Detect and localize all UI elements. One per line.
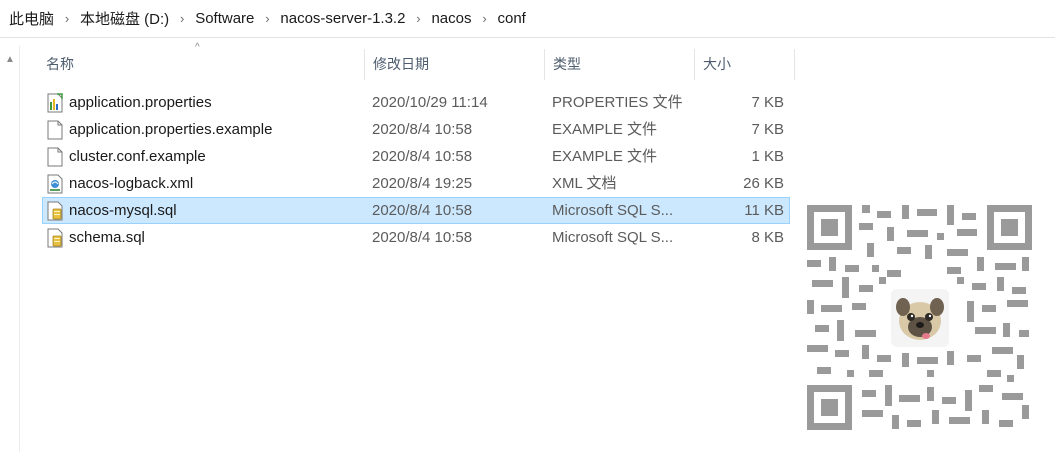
file-list: application.properties 2020/10/29 11:14 … (42, 89, 790, 251)
file-type: Microsoft SQL S... (552, 229, 674, 246)
file-type: EXAMPLE 文件 (552, 121, 658, 138)
file-date: 2020/8/4 19:25 (372, 175, 473, 192)
column-header-name[interactable]: 名称 (38, 47, 364, 80)
sql-file-icon (47, 201, 63, 220)
file-size: 11 KB (744, 202, 784, 219)
file-name-cell: nacos-mysql.sql (47, 198, 177, 223)
sql-file-icon (47, 228, 63, 247)
file-name-cell: schema.sql (47, 225, 145, 250)
file-name: cluster.conf.example (69, 148, 206, 165)
column-header-size[interactable]: 大小 (695, 47, 794, 80)
file-type: Microsoft SQL S... (552, 202, 674, 219)
breadcrumb-item-nacos[interactable]: nacos (429, 10, 473, 27)
column-header-type-label: 类型 (553, 55, 581, 72)
file-name: nacos-logback.xml (69, 175, 194, 192)
breadcrumb-item-software[interactable]: Software (193, 10, 256, 27)
breadcrumb-separator-icon[interactable]: › (171, 11, 193, 26)
column-header-size-label: 大小 (703, 55, 731, 72)
xml-file-icon (47, 174, 63, 193)
column-header-row: ^ 名称 修改日期 类型 大小 (38, 42, 795, 80)
breadcrumb-item-nacos-server[interactable]: nacos-server-1.3.2 (278, 10, 407, 27)
qr-center-avatar (891, 289, 949, 347)
column-header-type[interactable]: 类型 (545, 47, 694, 80)
breadcrumb-item-local-disk[interactable]: 本地磁盘 (D:) (78, 8, 171, 29)
file-name: nacos-mysql.sql (69, 202, 177, 219)
file-size: 8 KB (751, 229, 784, 246)
file-date: 2020/8/4 10:58 (372, 148, 473, 165)
file-row[interactable]: cluster.conf.example 2020/8/4 10:58 EXAM… (42, 143, 790, 170)
file-row[interactable]: application.properties.example 2020/8/4 … (42, 116, 790, 143)
file-name: schema.sql (69, 229, 145, 246)
blank-file-icon (47, 120, 63, 139)
file-size: 7 KB (751, 94, 784, 111)
navigation-pane-scrollbar[interactable]: ▲ (0, 46, 20, 452)
file-type: XML 文档 (552, 175, 617, 192)
file-date: 2020/10/29 11:14 (372, 94, 488, 111)
file-row[interactable]: application.properties 2020/10/29 11:14 … (42, 89, 790, 116)
column-header-name-label: 名称 (46, 55, 74, 72)
breadcrumb-item-this-pc[interactable]: 此电脑 (7, 8, 56, 29)
column-divider[interactable] (794, 49, 795, 80)
file-row-selected[interactable]: nacos-mysql.sql 2020/8/4 10:58 Microsoft… (42, 197, 790, 224)
breadcrumb-separator-icon[interactable]: › (407, 11, 429, 26)
file-type: EXAMPLE 文件 (552, 148, 658, 165)
file-date: 2020/8/4 10:58 (372, 229, 473, 246)
properties-file-icon (47, 92, 63, 112)
column-header-date-label: 修改日期 (373, 55, 429, 72)
file-name-cell: application.properties (47, 90, 212, 115)
breadcrumb-item-conf[interactable]: conf (495, 10, 527, 27)
pug-avatar-icon (891, 289, 949, 347)
file-name-cell: nacos-logback.xml (47, 171, 193, 196)
scroll-up-arrow-icon[interactable]: ▲ (3, 54, 17, 66)
file-name: application.properties.example (69, 121, 273, 138)
breadcrumb-separator-icon[interactable]: › (473, 11, 495, 26)
file-size: 1 KB (751, 148, 784, 165)
breadcrumb-separator-icon[interactable]: › (256, 11, 278, 26)
breadcrumb-separator-icon[interactable]: › (56, 11, 78, 26)
breadcrumb: 此电脑 › 本地磁盘 (D:) › Software › nacos-serve… (7, 0, 528, 37)
file-type: PROPERTIES 文件 (552, 94, 683, 111)
file-name: application.properties (69, 94, 212, 111)
file-row[interactable]: schema.sql 2020/8/4 10:58 Microsoft SQL … (42, 224, 790, 251)
file-name-cell: application.properties.example (47, 117, 272, 142)
blank-file-icon (47, 147, 63, 166)
column-header-date[interactable]: 修改日期 (365, 47, 544, 80)
file-explorer-window: 此电脑 › 本地磁盘 (D:) › Software › nacos-serve… (0, 0, 1055, 452)
file-row[interactable]: nacos-logback.xml 2020/8/4 19:25 XML 文档 … (42, 170, 790, 197)
file-name-cell: cluster.conf.example (47, 144, 206, 169)
address-bar[interactable]: 此电脑 › 本地磁盘 (D:) › Software › nacos-serve… (0, 0, 1055, 38)
file-size: 26 KB (743, 175, 784, 192)
qr-code-image (807, 205, 1032, 430)
file-size: 7 KB (751, 121, 784, 138)
file-date: 2020/8/4 10:58 (372, 121, 473, 138)
file-date: 2020/8/4 10:58 (372, 202, 473, 219)
